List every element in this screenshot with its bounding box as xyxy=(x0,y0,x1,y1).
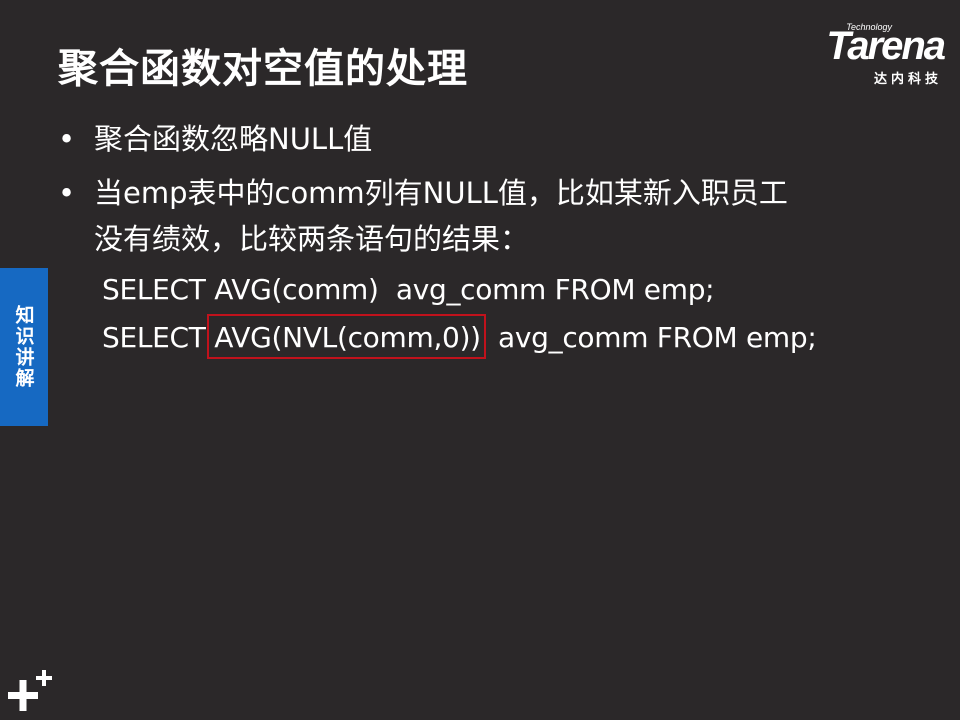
highlight-box xyxy=(207,314,486,359)
side-tab[interactable]: 知识讲解 xyxy=(0,268,48,426)
bullet-text: 当emp表中的comm列有NULL值，比如某新入职员工 xyxy=(94,176,788,210)
code-line: SELECT AVG(comm) avg_comm FROM emp; xyxy=(102,273,715,306)
bullet-item: • 聚合函数忽略NULL值 xyxy=(58,116,372,162)
plus-icon xyxy=(8,670,52,711)
bullet-text: 聚合函数忽略NULL值 xyxy=(94,122,373,156)
bullet-item: • 当emp表中的comm列有NULL值，比如某新入职员工 xyxy=(58,170,788,216)
bullet-icon: • xyxy=(58,176,76,210)
bullet-icon: • xyxy=(58,122,76,156)
tarena-logo: Technology Tarena 达内科技 xyxy=(782,22,946,87)
logo-subtitle: 达内科技 xyxy=(873,72,942,87)
logo-name: Tarena xyxy=(826,24,946,68)
bullet-continuation: 没有绩效，比较两条语句的结果： xyxy=(94,222,530,256)
slide-title: 聚合函数对空值的处理 xyxy=(58,46,468,92)
side-tab-label: 知识讲解 xyxy=(12,305,35,389)
